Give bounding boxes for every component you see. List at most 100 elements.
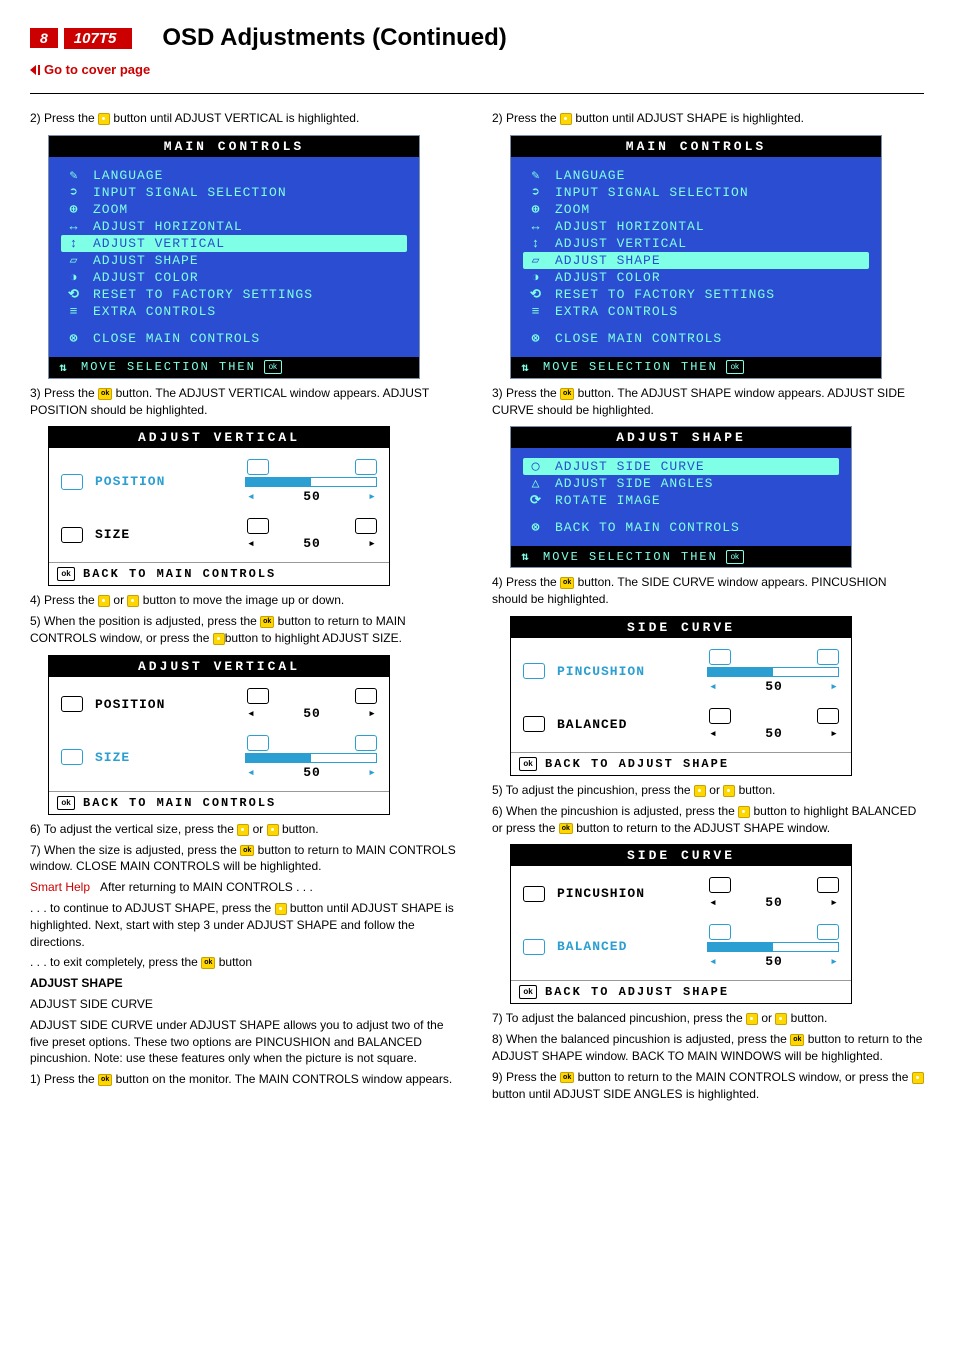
ok-icon: ok [519, 757, 537, 771]
plus-button-icon [560, 113, 572, 125]
adj-title: ADJUST VERTICAL [49, 656, 389, 677]
osd-title: MAIN CONTROLS [511, 136, 881, 157]
page-title: OSD Adjustments (Continued) [162, 24, 506, 52]
left-arrow-icon: ◂ [709, 895, 718, 910]
left-column: 2) Press the button until ADJUST VERTICA… [30, 106, 462, 1106]
separator [30, 93, 924, 94]
adj-footer: okBACK TO MAIN CONTROLS [49, 791, 389, 814]
pincushion-icon [523, 886, 545, 902]
minus-button-icon [98, 595, 110, 607]
ok-button-icon: ok [560, 1072, 574, 1084]
plus-button-icon [723, 785, 735, 797]
right-arrow-icon: ▸ [830, 726, 839, 741]
mc-item-input-signal: ➲INPUT SIGNAL SELECTION [61, 184, 407, 201]
balanced-label: BALANCED [557, 717, 697, 732]
adj-size-row-hl: SIZE ◂50▸ [59, 732, 379, 783]
bal-icon-b [817, 708, 839, 724]
mc-item-adj-shape: ▱ADJUST SHAPE [61, 252, 407, 269]
as-back: ⊗BACK TO MAIN CONTROLS [523, 519, 839, 536]
adjust-side-curve-heading: ADJUST SIDE CURVE [30, 996, 462, 1013]
size-value: 50 [303, 765, 321, 780]
pin-icon-b [817, 649, 839, 665]
mc-item-reset: ⟲RESET TO FACTORY SETTINGS [61, 286, 407, 303]
bal-icon-b [817, 924, 839, 940]
mc-item-zoom: ⊕ZOOM [61, 201, 407, 218]
right-step7: 7) To adjust the balanced pincushion, pr… [492, 1010, 924, 1027]
adj-footer: okBACK TO MAIN CONTROLS [49, 562, 389, 585]
right-step2: 2) Press the button until ADJUST SHAPE i… [492, 110, 924, 127]
pincushion-icon [523, 663, 545, 679]
left-step1b: 1) Press the ok button on the monitor. T… [30, 1071, 462, 1088]
ok-icon: ok [519, 985, 537, 999]
right-step3: 3) Press the ok button. The ADJUST SHAPE… [492, 385, 924, 419]
right-step6: 6) When the pincushion is adjusted, pres… [492, 803, 924, 837]
ok-button-icon: ok [560, 388, 574, 400]
position-label: POSITION [95, 474, 235, 489]
left-arrow-icon: ◂ [247, 489, 256, 504]
right-step5: 5) To adjust the pincushion, press the o… [492, 782, 924, 799]
ok-button-icon: ok [201, 957, 215, 969]
mc-item-extra: ≡EXTRA CONTROLS [61, 303, 407, 320]
adj-position-row-hl: POSITION ◂50▸ [59, 456, 379, 507]
adj-size-row: SIZE ◂50▸ [59, 515, 379, 554]
mc-item-adj-shape-hl: ▱ADJUST SHAPE [523, 252, 869, 269]
adj-title: SIDE CURVE [511, 845, 851, 866]
smarthelp-line: Smart Help After returning to MAIN CONTR… [30, 879, 462, 896]
ok-button-icon: ok [240, 845, 254, 857]
minus-button-icon [694, 785, 706, 797]
right-arrow-icon: ▸ [830, 679, 839, 694]
plus-button-icon [213, 633, 225, 645]
left-step2: 2) Press the button until ADJUST VERTICA… [30, 110, 462, 127]
left-step6: 6) To adjust the vertical size, press th… [30, 821, 462, 838]
ok-button-icon: ok [98, 1074, 112, 1086]
pincushion-label: PINCUSHION [557, 664, 697, 679]
mc-item-language: ✎LANGUAGE [523, 167, 869, 184]
osd-title: MAIN CONTROLS [49, 136, 419, 157]
side-curve-osd-1: SIDE CURVE PINCUSHION ◂50▸ BALANCED [510, 616, 852, 776]
balanced-icon [523, 939, 545, 955]
page-number-badge: 8 [30, 28, 58, 48]
left-step5: 5) When the position is adjusted, press … [30, 613, 462, 647]
continue-shape: . . . to continue to ADJUST SHAPE, press… [30, 900, 462, 950]
mc-item-adj-horizontal: ↔ADJUST HORIZONTAL [523, 218, 869, 235]
plus-button-icon [912, 1072, 924, 1084]
pos-icon-a [247, 688, 269, 704]
osd-footer: ⇅MOVE SELECTION THENok [511, 546, 851, 567]
mc-item-extra: ≡EXTRA CONTROLS [523, 303, 869, 320]
adj-title: SIDE CURVE [511, 617, 851, 638]
mc-item-input-signal: ➲INPUT SIGNAL SELECTION [523, 184, 869, 201]
right-arrow-icon: ▸ [830, 895, 839, 910]
adjust-side-curve-desc: ADJUST SIDE CURVE under ADJUST SHAPE all… [30, 1017, 462, 1067]
pincushion-value: 50 [765, 679, 783, 694]
mc-item-reset: ⟲RESET TO FACTORY SETTINGS [523, 286, 869, 303]
ok-button-icon: ok [790, 1034, 804, 1046]
position-icon [61, 696, 83, 712]
size-value: 50 [303, 536, 321, 551]
right-arrow-icon: ▸ [368, 706, 377, 721]
left-arrow-icon: ◂ [709, 954, 718, 969]
left-step7: 7) When the size is adjusted, press the … [30, 842, 462, 876]
page-header: 8 107T5 OSD Adjustments (Continued) [30, 24, 924, 52]
right-step4: 4) Press the ok button. The SIDE CURVE w… [492, 574, 924, 608]
size-icon-a [247, 518, 269, 534]
mc-item-adj-vertical-hl: ↕ADJUST VERTICAL [61, 235, 407, 252]
balanced-icon [523, 716, 545, 732]
plus-button-icon [98, 113, 110, 125]
adjust-vertical-osd-2: ADJUST VERTICAL POSITION ◂50▸ SIZE [48, 655, 390, 815]
plus-button-icon [738, 806, 750, 818]
size-label: SIZE [95, 527, 235, 542]
left-arrow-icon: ◂ [247, 706, 256, 721]
balanced-value: 50 [765, 954, 783, 969]
pincushion-value: 50 [765, 895, 783, 910]
side-curve-osd-2: SIDE CURVE PINCUSHION ◂50▸ BALANCED [510, 844, 852, 1004]
pincushion-slider [707, 667, 839, 677]
ok-button-icon: ok [98, 388, 112, 400]
go-to-cover-link[interactable]: Go to cover page [30, 62, 150, 77]
balanced-value: 50 [765, 726, 783, 741]
balanced-label: BALANCED [557, 939, 697, 954]
size-label: SIZE [95, 750, 235, 765]
size-icon-b [355, 735, 377, 751]
bal-icon-a [709, 708, 731, 724]
adjust-shape-heading: ADJUST SHAPE [30, 975, 462, 992]
as-item-side-angles: △ADJUST SIDE ANGLES [523, 475, 839, 492]
